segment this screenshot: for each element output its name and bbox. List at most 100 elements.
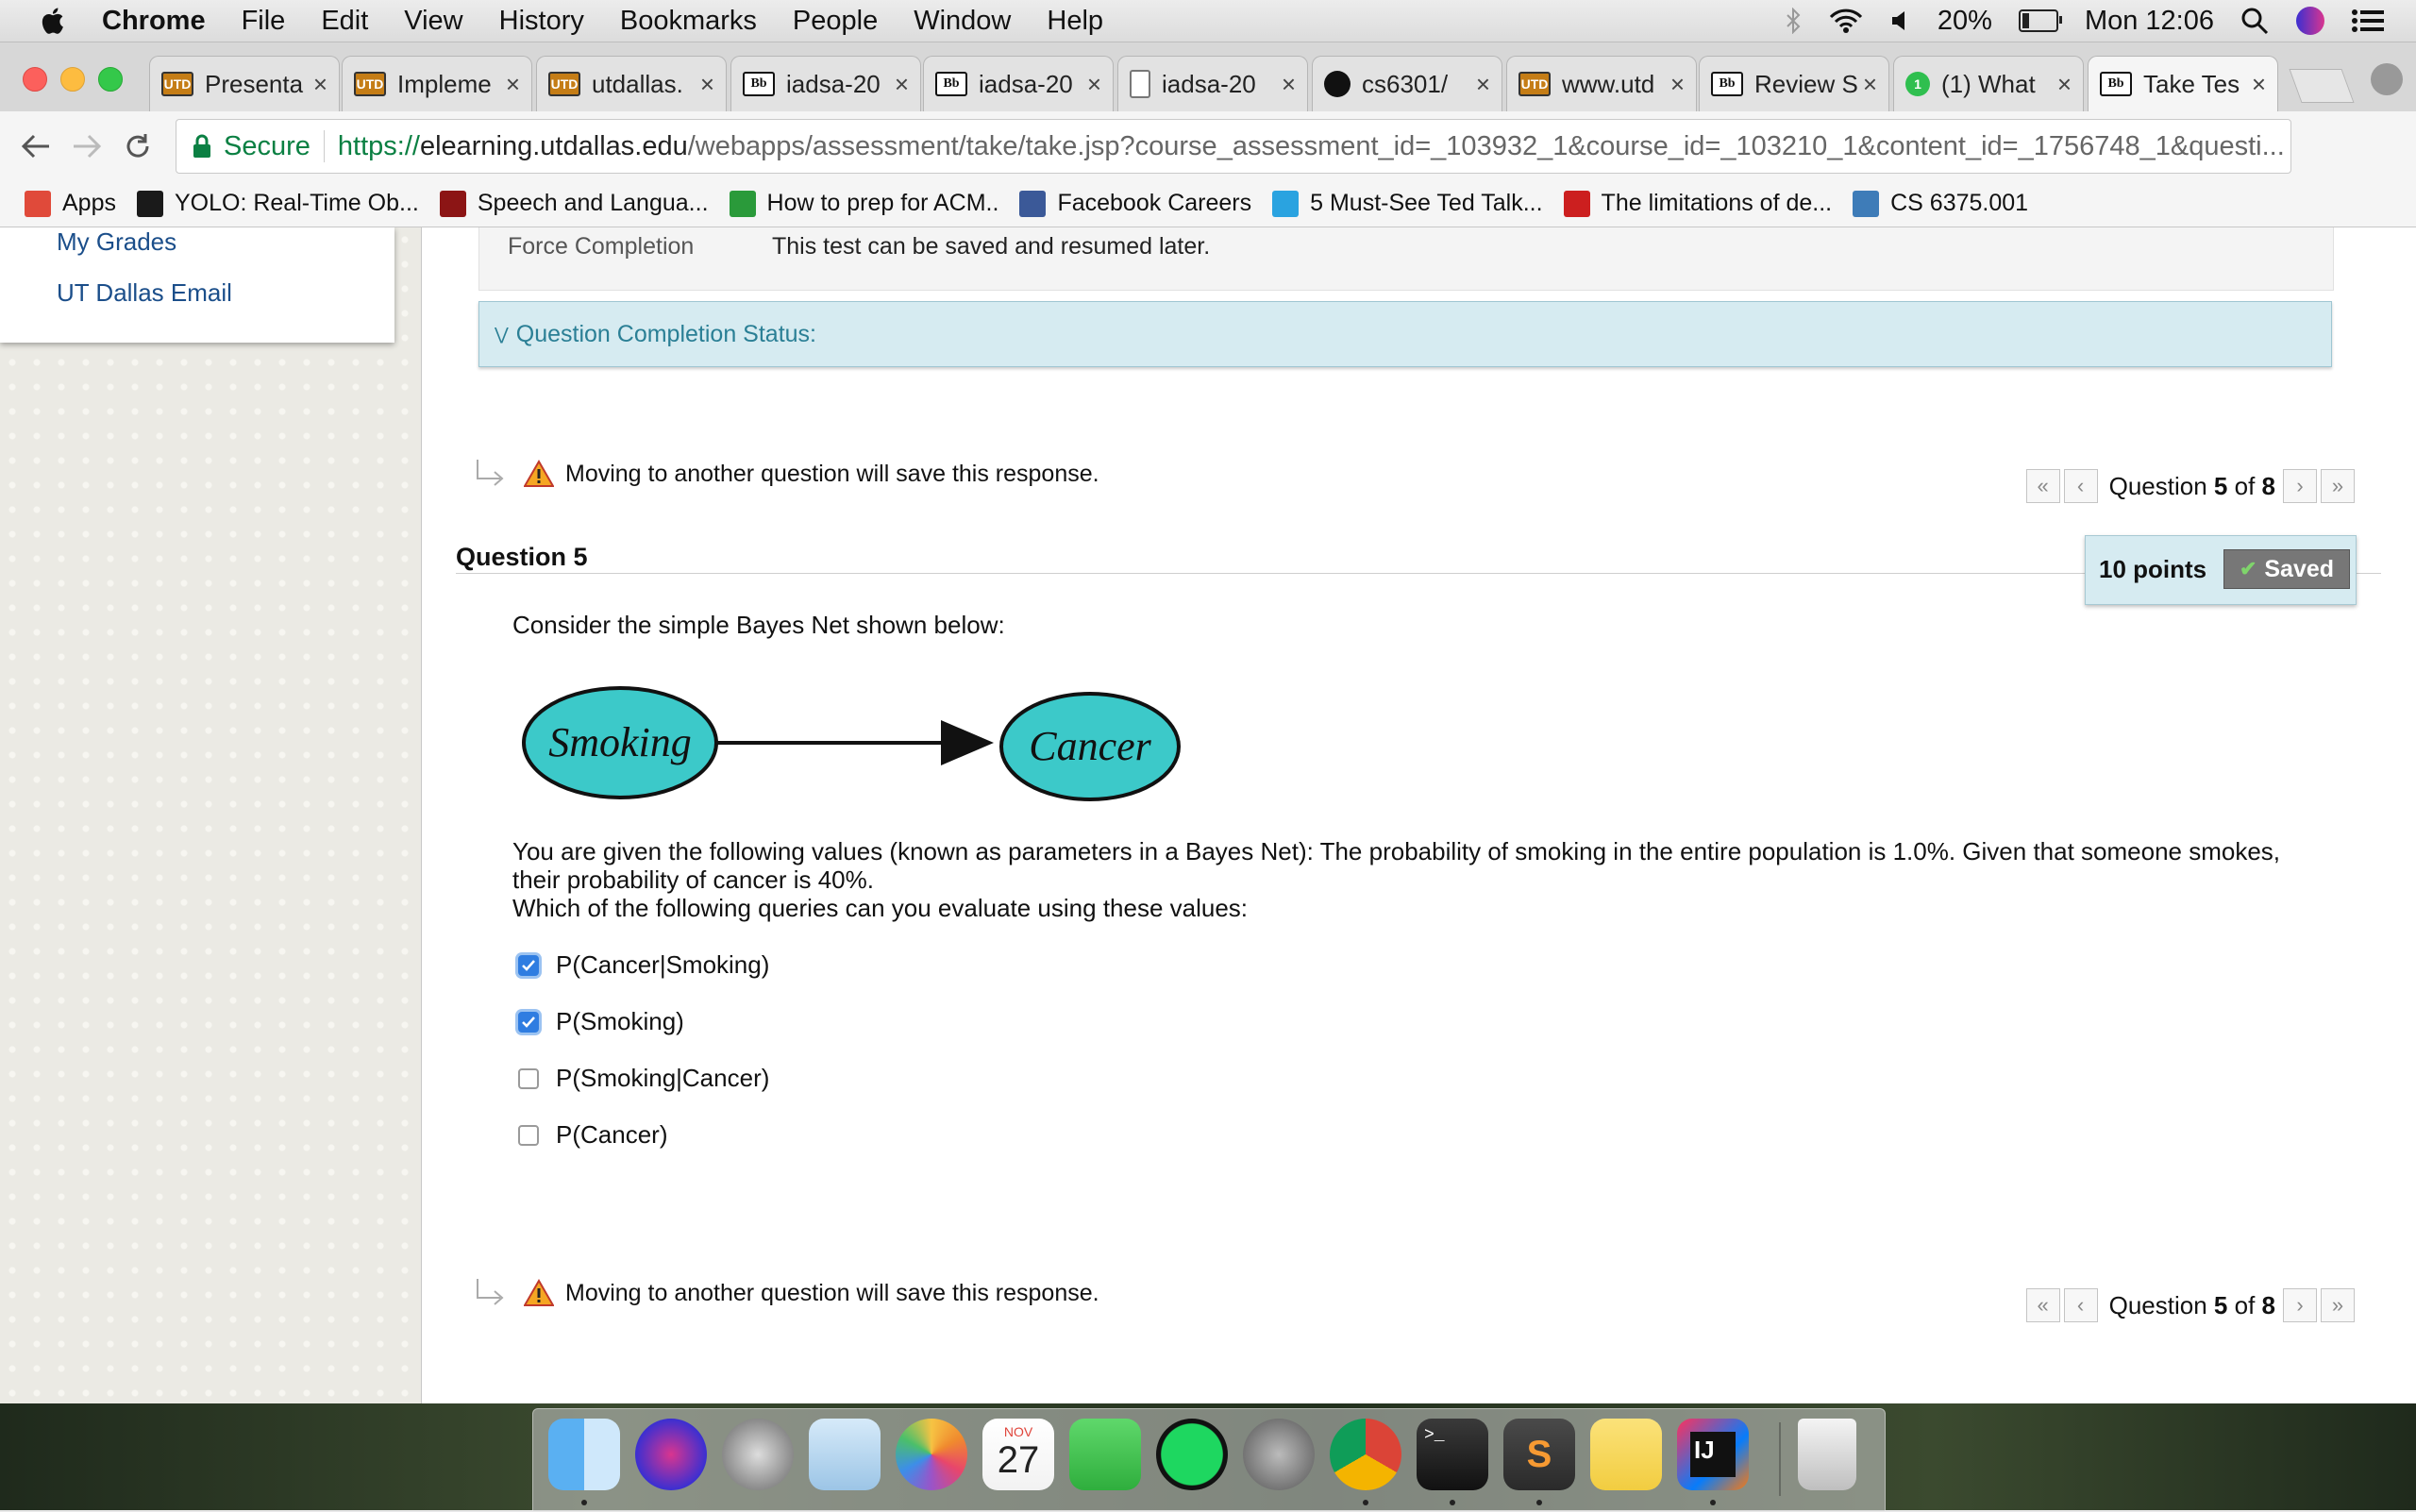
menu-app-name[interactable]: Chrome [102,6,206,37]
bookmark-item[interactable]: YOLO: Real-Time Ob... [136,190,419,217]
menu-clock[interactable]: Mon 12:06 [2085,6,2214,37]
answer-checkbox[interactable] [518,1124,539,1146]
menu-help[interactable]: Help [1047,6,1103,37]
next-question-button[interactable]: › [2283,1288,2317,1322]
menu-window[interactable]: Window [914,6,1011,37]
browser-tab[interactable]: UTD utdallas. × [536,56,727,111]
back-button[interactable] [17,127,55,165]
previous-question-button[interactable]: ‹ [2063,1288,2098,1322]
finder-dock-icon[interactable] [548,1419,620,1490]
browser-tab[interactable]: cs6301/ × [1312,56,1502,111]
menu-history[interactable]: History [499,6,584,37]
volume-icon[interactable] [1890,9,1911,32]
apps-shortcut[interactable]: Apps [25,190,116,217]
tab-close-icon[interactable]: × [895,70,909,99]
bookmark-item[interactable]: Speech and Langua... [439,190,709,217]
spotify-dock-icon[interactable] [1156,1419,1228,1490]
next-question-button[interactable]: › [2283,469,2317,503]
menu-bookmarks[interactable]: Bookmarks [620,6,757,37]
secure-label[interactable]: Secure [224,131,310,162]
bookmark-item[interactable]: CS 6375.001 [1853,190,2028,217]
browser-tab[interactable]: 1 (1) What × [1893,56,2084,111]
previous-question-button[interactable]: ‹ [2063,469,2098,503]
bluetooth-icon[interactable] [1785,8,1802,34]
tab-close-icon[interactable]: × [1670,70,1685,99]
bookmark-item[interactable]: Facebook Careers [1019,190,1251,217]
facetime-dock-icon[interactable] [1069,1419,1141,1490]
siri-icon[interactable] [2295,6,2325,36]
tab-close-icon[interactable]: × [1476,70,1490,99]
browser-tab[interactable]: UTD Presenta × [149,56,340,111]
forward-button[interactable] [68,127,106,165]
tab-close-icon[interactable]: × [1863,70,1877,99]
bookmark-item[interactable]: 5 Must-See Ted Talk... [1272,190,1543,217]
tab-close-icon[interactable]: × [506,70,520,99]
tab-close-icon[interactable]: × [700,70,714,99]
answer-checkbox[interactable] [518,1011,539,1033]
calendar-dock-icon[interactable]: NOV 27 [982,1419,1054,1490]
new-tab-button[interactable] [2289,69,2355,103]
mail-dock-icon[interactable] [809,1419,881,1490]
lock-icon[interactable] [192,134,212,159]
apple-icon[interactable] [38,5,70,37]
bookmark-item[interactable]: The limitations of de... [1563,190,1832,217]
menu-link-utd-email[interactable]: UT Dallas Email [57,278,232,308]
browser-tab[interactable]: Bb iadsa-20 × [923,56,1114,111]
browser-tab[interactable]: Bb Take Tes × [2088,56,2278,111]
trash-dock-icon[interactable] [1798,1419,1856,1490]
launchpad-dock-icon[interactable] [722,1419,794,1490]
tab-close-icon[interactable]: × [1282,70,1296,99]
answer-option[interactable]: P(Smoking|Cancer) [518,1064,769,1093]
answer-label[interactable]: P(Cancer) [556,1120,667,1150]
menu-edit[interactable]: Edit [321,6,368,37]
reload-button[interactable] [119,127,157,165]
answer-option[interactable]: P(Cancer|Smoking) [518,950,769,980]
close-window-button[interactable] [23,67,47,92]
notification-center-icon[interactable] [2352,9,2384,32]
browser-tab[interactable]: Bb iadsa-20 × [730,56,921,111]
browser-tab[interactable]: UTD www.utd × [1506,56,1697,111]
answer-label[interactable]: P(Smoking) [556,1007,684,1036]
battery-percent[interactable]: 20% [1938,6,1992,37]
system-preferences-dock-icon[interactable] [1243,1419,1315,1490]
browser-tab[interactable]: iadsa-20 × [1117,56,1308,111]
minimize-window-button[interactable] [60,67,85,92]
menu-view[interactable]: View [404,6,462,37]
answer-checkbox[interactable] [518,1067,539,1089]
tab-close-icon[interactable]: × [1087,70,1101,99]
tab-close-icon[interactable]: × [2252,70,2266,99]
answer-label[interactable]: P(Cancer|Smoking) [556,950,769,980]
menu-file[interactable]: File [242,6,286,37]
spotlight-search-icon[interactable] [2240,7,2269,35]
answer-option[interactable]: P(Smoking) [518,1007,684,1036]
chrome-dock-icon[interactable] [1330,1419,1401,1490]
tab-close-icon[interactable]: × [2057,70,2072,99]
k-icon [1563,190,1590,217]
menu-link-my-grades[interactable]: My Grades [57,227,176,257]
browser-tab[interactable]: Bb Review S × [1699,56,1889,111]
profile-avatar[interactable] [2371,63,2403,95]
stickies-dock-icon[interactable] [1590,1419,1662,1490]
browser-tab[interactable]: UTD Impleme × [342,56,532,111]
first-question-button[interactable]: « [2025,1288,2060,1322]
answer-label[interactable]: P(Smoking|Cancer) [556,1064,769,1093]
photos-dock-icon[interactable] [896,1419,967,1490]
answer-checkbox[interactable] [518,954,539,976]
address-bar[interactable]: Secure https://elearning.utdallas.edu/we… [176,119,2291,174]
last-question-button[interactable]: » [2321,1288,2355,1322]
battery-icon[interactable] [2018,9,2062,32]
first-question-button[interactable]: « [2025,469,2060,503]
last-question-button[interactable]: » [2321,469,2355,503]
saved-button[interactable]: ✔ Saved [2223,549,2350,589]
tab-close-icon[interactable]: × [313,70,327,99]
bookmark-item[interactable]: How to prep for ACM.. [729,190,998,217]
intellij-dock-icon[interactable]: IJ [1677,1419,1749,1490]
wifi-icon[interactable] [1828,8,1864,34]
zoom-window-button[interactable] [98,67,123,92]
menu-people[interactable]: People [793,6,878,37]
answer-option[interactable]: P(Cancer) [518,1120,667,1150]
sublime-text-dock-icon[interactable]: S [1503,1419,1575,1490]
siri-dock-icon[interactable] [635,1419,707,1490]
terminal-dock-icon[interactable]: >_ [1417,1419,1488,1490]
question-completion-status[interactable]: ⋁ Question Completion Status: [478,301,2332,367]
